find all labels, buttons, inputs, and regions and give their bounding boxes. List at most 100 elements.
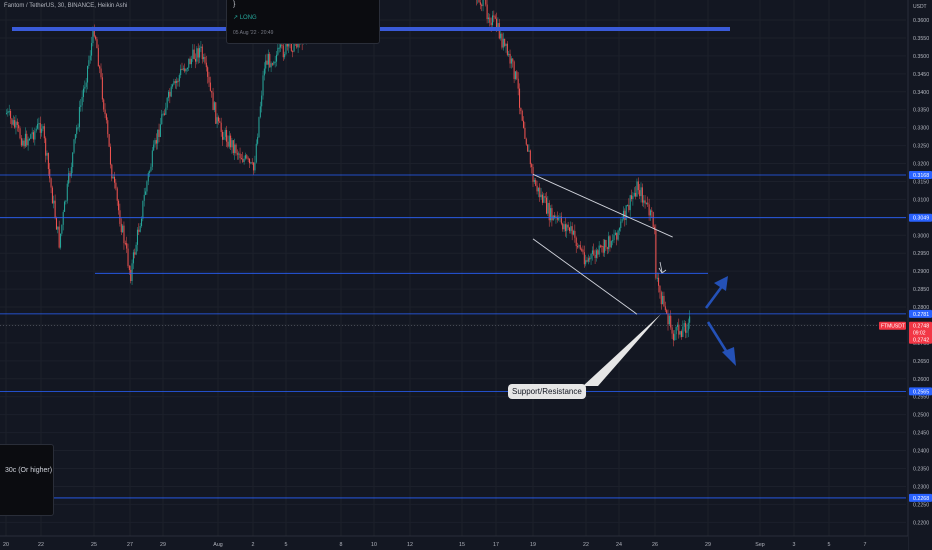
- candle-body: [546, 197, 548, 214]
- candle-body: [606, 247, 608, 250]
- candle-body: [631, 195, 633, 199]
- candle-body: [500, 33, 502, 39]
- candle-body: [647, 202, 649, 205]
- candle-body: [667, 313, 669, 325]
- candle-body: [566, 224, 568, 232]
- candle-body: [147, 172, 149, 182]
- candle-body: [223, 136, 225, 140]
- candle-body: [226, 129, 228, 142]
- candle-body: [636, 181, 638, 197]
- candle-body: [119, 210, 121, 224]
- candle-body: [149, 171, 151, 173]
- candle-body: [267, 54, 269, 65]
- candle-body: [635, 192, 637, 197]
- candle-body: [527, 144, 529, 152]
- support-resistance-callout[interactable]: Support/Resistance: [508, 384, 586, 399]
- candle-body: [238, 153, 240, 155]
- candle-body: [95, 36, 97, 40]
- candle-body: [120, 223, 122, 233]
- time-tick-label: 12: [407, 542, 413, 548]
- candle-body: [586, 260, 588, 262]
- candle-body: [668, 315, 670, 325]
- candle-body: [47, 153, 49, 170]
- candle-body: [85, 82, 87, 87]
- candle-body: [246, 155, 248, 159]
- candle-body: [502, 38, 504, 48]
- candle-body: [122, 225, 124, 233]
- candle-body: [585, 260, 587, 265]
- price-tag-label: 0.3168: [913, 173, 929, 179]
- candle-body: [617, 230, 619, 240]
- price-tick-label: 0.2450: [913, 431, 929, 437]
- trade-idea-popup[interactable]: } ↗ LONG 05 Aug '22 · 20:49: [226, 0, 380, 44]
- candle-body: [540, 194, 542, 198]
- candle-body: [509, 53, 511, 64]
- candle-body: [109, 146, 111, 165]
- price-tick-label: 0.2500: [913, 413, 929, 419]
- candle-body: [682, 326, 684, 337]
- candle-body: [51, 187, 53, 204]
- candle-body: [104, 109, 106, 115]
- candle-body: [185, 68, 187, 72]
- candle-body: [161, 114, 163, 125]
- candle-body: [134, 252, 136, 255]
- candle-body: [627, 205, 629, 207]
- candle-body: [27, 139, 29, 146]
- price-tag-label: 0.3049: [913, 216, 929, 222]
- candle-body: [195, 58, 197, 62]
- candle-body: [516, 71, 518, 79]
- candle-body: [640, 187, 642, 197]
- candle-body: [224, 129, 226, 137]
- candle-body: [186, 67, 188, 70]
- candle-body: [247, 158, 249, 160]
- candle-body: [270, 63, 272, 68]
- candle-body: [15, 121, 17, 128]
- popup-long-label: ↗ LONG: [233, 15, 257, 21]
- candle-body: [551, 208, 553, 221]
- chart-area[interactable]: USDT 0.3600 0.3550 0.3500 0.3450 0.3400 0.3350…: [0, 0, 932, 550]
- candle-body: [158, 129, 160, 137]
- candle-body: [174, 81, 176, 84]
- price-tick-label: 0.2350: [913, 467, 929, 473]
- candle-body: [645, 202, 647, 204]
- candle-body: [172, 84, 174, 87]
- candle-body: [242, 158, 244, 163]
- price-tick-label: 0.2950: [913, 251, 929, 257]
- countdown-label: 09:02: [913, 331, 926, 337]
- candle-body: [618, 228, 620, 231]
- candle-body: [570, 226, 572, 232]
- candle-body: [232, 140, 234, 154]
- candle-body: [53, 200, 55, 204]
- candle-body: [616, 232, 618, 240]
- time-axis-background: [0, 536, 908, 550]
- candle-body: [567, 224, 569, 228]
- candle-body: [101, 77, 103, 100]
- time-axis: 20 22 25 27 29 Aug 2 5 8 10 12 15 17 19 22 24 26 29 Sep 3 5 7: [0, 535, 908, 550]
- candle-body: [591, 250, 593, 254]
- candle-body: [510, 58, 512, 64]
- candle-body: [112, 176, 114, 179]
- candle-body: [135, 244, 137, 255]
- chart-canvas[interactable]: USDT 0.3600 0.3550 0.3500 0.3450 0.3400 0.3350…: [0, 0, 932, 550]
- candle-body: [479, 2, 481, 5]
- candle-body: [37, 123, 39, 129]
- time-tick-label: 24: [616, 542, 622, 548]
- candle-body: [108, 134, 110, 147]
- time-tick-label: 25: [91, 542, 97, 548]
- candle-body: [508, 53, 510, 56]
- candle-body: [251, 162, 253, 164]
- candle-body: [579, 245, 581, 250]
- candle-body: [505, 43, 507, 46]
- candle-body: [525, 138, 527, 145]
- price-tick-label: 0.2250: [913, 502, 929, 508]
- candle-body: [590, 253, 592, 259]
- candle-body: [124, 243, 126, 245]
- time-tick-label: 22: [583, 542, 589, 548]
- symbol-title[interactable]: Fantom / TetherUS, 30, BINANCE, Heikin A…: [4, 3, 127, 9]
- candle-body: [76, 127, 78, 135]
- candle-body: [74, 134, 76, 140]
- candle-body: [490, 22, 492, 26]
- candle-body: [150, 166, 152, 172]
- candle-body: [681, 331, 683, 337]
- candle-body: [196, 48, 198, 62]
